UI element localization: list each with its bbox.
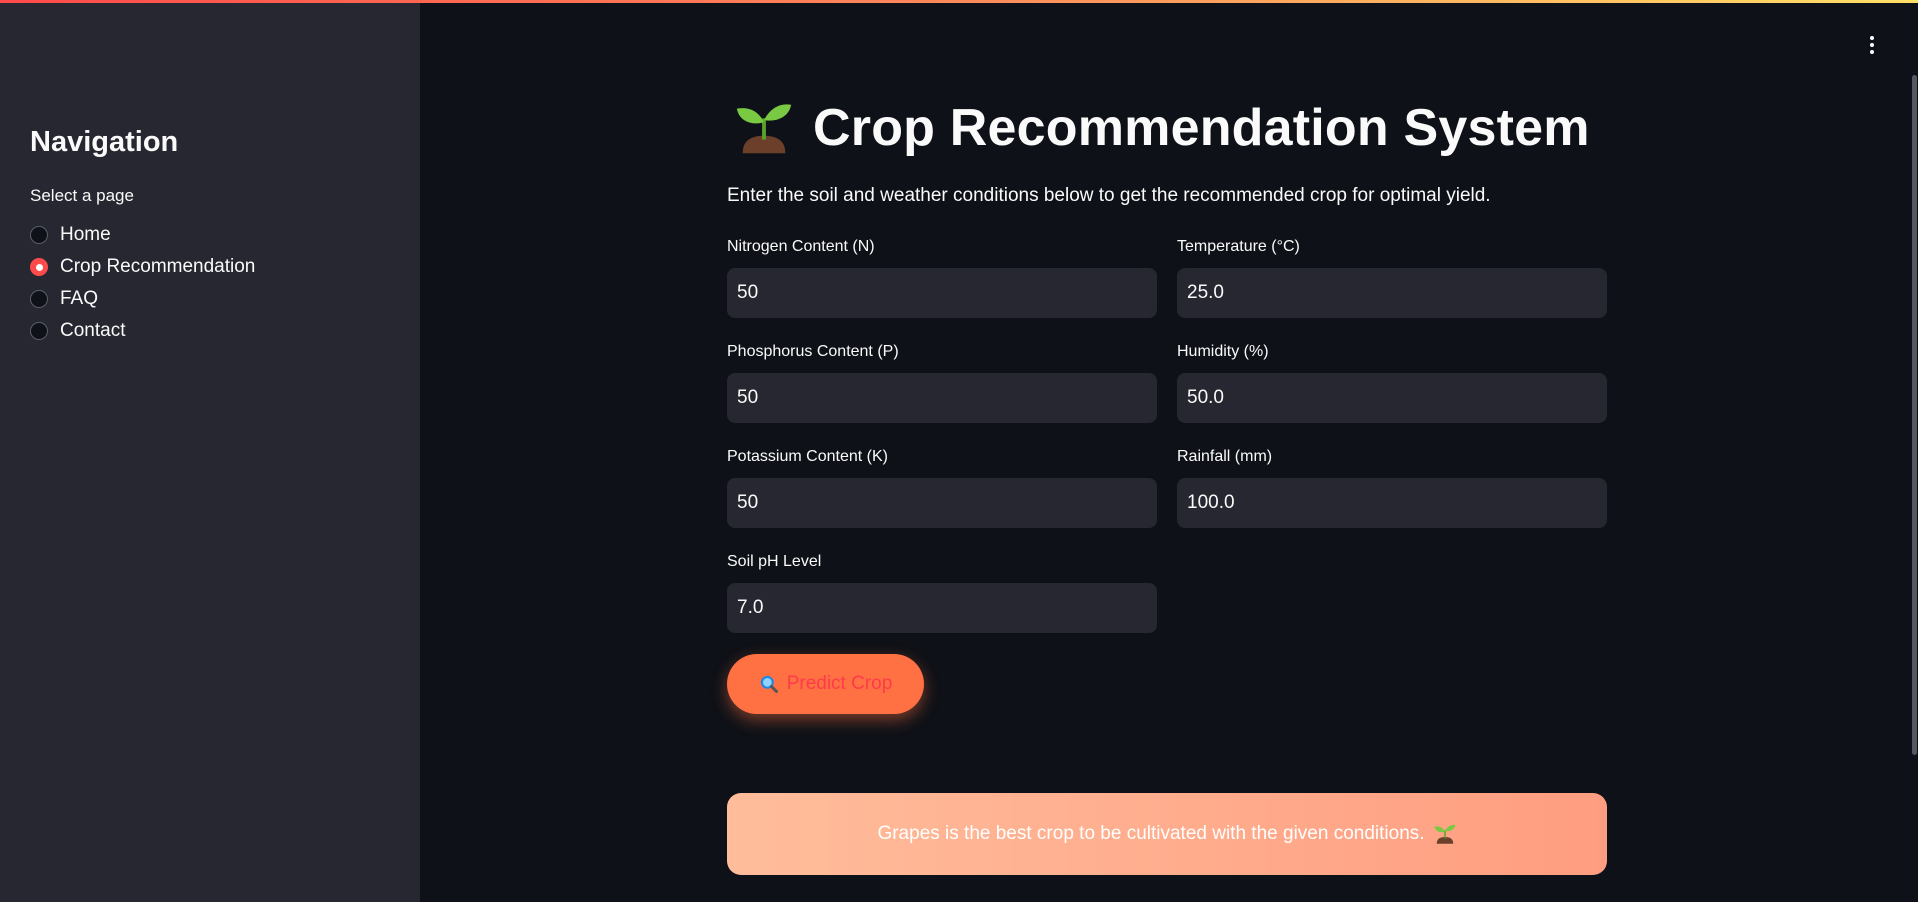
radio-button[interactable]: [30, 226, 48, 244]
menu-dot-icon: [1870, 36, 1874, 40]
radio-option-label: Crop Recommendation: [60, 256, 256, 277]
humidity-input[interactable]: [1177, 373, 1607, 423]
predict-crop-button[interactable]: Predict Crop: [727, 654, 924, 714]
rainfall-label: Rainfall (mm): [1177, 448, 1273, 465]
radio-option-home[interactable]: Home: [30, 219, 255, 251]
radio-option-crop-recommendation[interactable]: Crop Recommendation: [30, 251, 255, 283]
sidebar-heading: Navigation: [30, 126, 179, 158]
main-menu-button[interactable]: [1860, 30, 1884, 60]
page-description: Enter the soil and weather conditions be…: [727, 185, 1491, 206]
predict-crop-label: Predict Crop: [786, 673, 893, 694]
radio-button[interactable]: [30, 322, 48, 340]
page-select-label: Select a page: [30, 186, 134, 205]
nitrogen-label: Nitrogen Content (N): [727, 238, 875, 255]
radio-button[interactable]: [30, 290, 48, 308]
potassium-input[interactable]: [727, 478, 1157, 528]
sidebar: Navigation Select a page Home Crop Recom…: [0, 0, 420, 902]
sprout-icon: [1434, 824, 1456, 844]
page-title-row: Crop Recommendation System: [733, 95, 1590, 161]
humidity-label: Humidity (%): [1177, 343, 1269, 360]
radio-option-label: FAQ: [60, 288, 99, 309]
radio-option-faq[interactable]: FAQ: [30, 283, 255, 315]
radio-option-contact[interactable]: Contact: [30, 315, 255, 347]
phosphorus-input[interactable]: [727, 373, 1157, 423]
scrollbar[interactable]: [1912, 75, 1917, 755]
nitrogen-input[interactable]: [727, 268, 1157, 318]
radio-button-selected[interactable]: [30, 258, 48, 276]
rainfall-input[interactable]: [1177, 478, 1607, 528]
temperature-label: Temperature (°C): [1177, 238, 1300, 255]
ph-input[interactable]: [727, 583, 1157, 633]
page-radio-group: Home Crop Recommendation FAQ Contact: [30, 219, 255, 347]
potassium-label: Potassium Content (K): [727, 448, 888, 465]
result-text: Grapes is the best crop to be cultivated…: [877, 823, 1425, 844]
page-title: Crop Recommendation System: [813, 99, 1590, 157]
radio-option-label: Home: [60, 224, 111, 245]
sprout-icon: [736, 104, 792, 154]
temperature-input[interactable]: [1177, 268, 1607, 318]
menu-dot-icon: [1870, 50, 1874, 54]
menu-dot-icon: [1870, 43, 1874, 47]
radio-option-label: Contact: [60, 320, 126, 341]
result-banner: Grapes is the best crop to be cultivated…: [727, 793, 1607, 875]
top-decoration-bar: [0, 0, 1918, 3]
ph-label: Soil pH Level: [727, 553, 822, 570]
magnifier-icon: [760, 675, 778, 693]
phosphorus-label: Phosphorus Content (P): [727, 343, 899, 360]
